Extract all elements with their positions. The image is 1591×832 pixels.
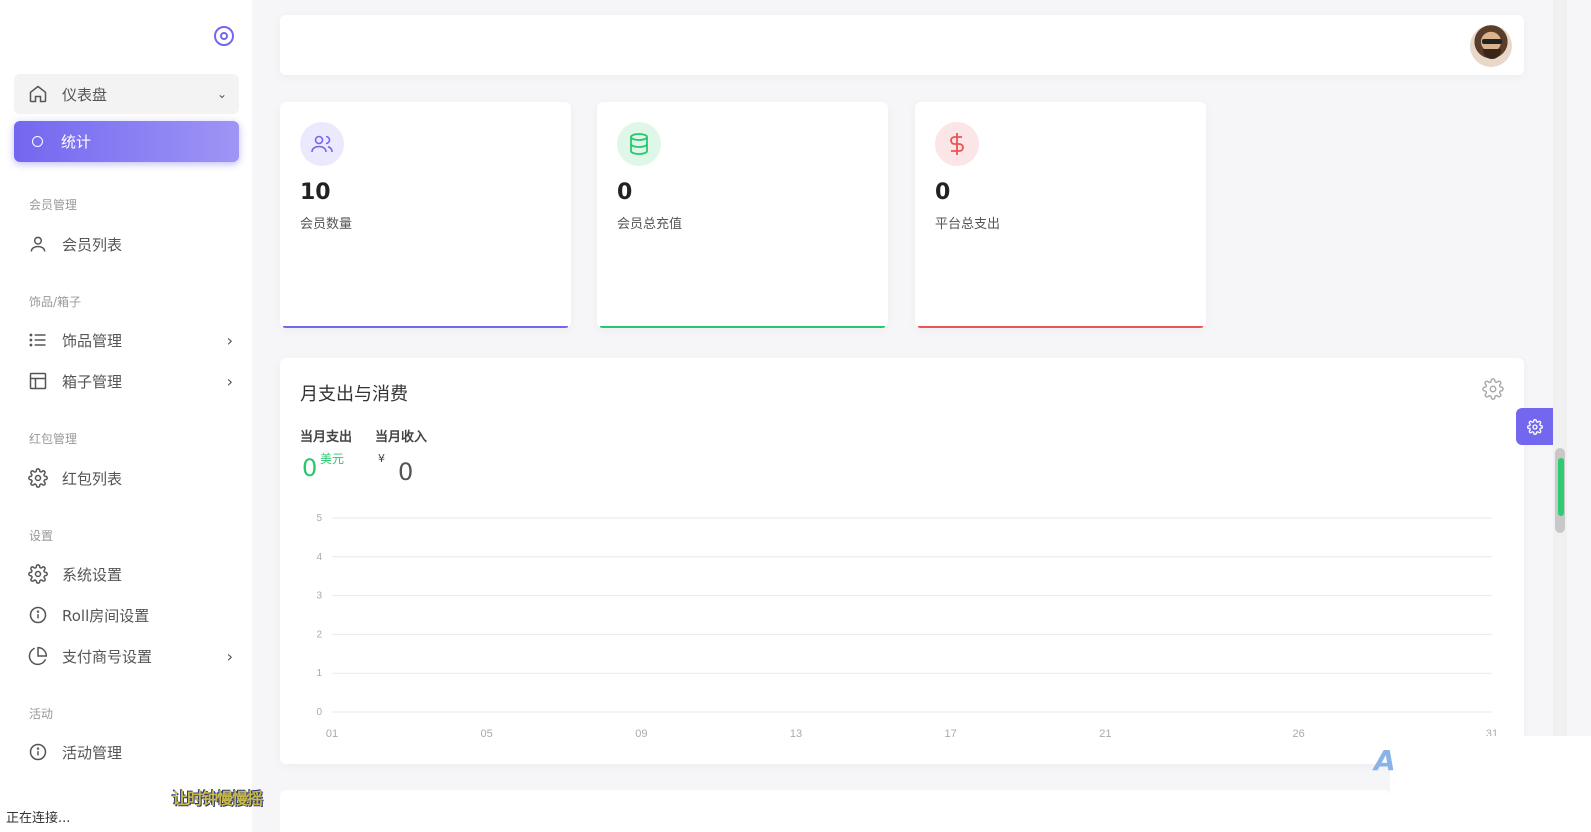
sidebar-item-label: 饰品管理	[62, 331, 123, 350]
x-tick-label: 26	[1293, 728, 1305, 740]
gear-icon	[28, 468, 48, 488]
watermark-glyph: A	[1374, 744, 1396, 777]
x-tick-label: 21	[1099, 728, 1111, 740]
sidebar-item-system-settings[interactable]: 系统设置	[28, 559, 233, 589]
video-subtitle-overlay: 让时钟慢慢摇	[172, 789, 263, 808]
top-header	[280, 15, 1524, 75]
sidebar-item-skins[interactable]: 饰品管理 ›	[28, 325, 233, 355]
sidebar-item-boxes[interactable]: 箱子管理 ›	[28, 366, 233, 396]
stat-value: 10	[300, 180, 331, 205]
y-tick-label: 0	[316, 707, 322, 718]
sidebar-item-payment-settings[interactable]: 支付商号设置 ›	[28, 641, 233, 671]
stat-label: 平台总支出	[935, 217, 1001, 232]
home-icon	[29, 85, 47, 103]
dollar-icon	[935, 122, 979, 166]
scrollbar-track[interactable]	[1553, 0, 1567, 832]
sidebar-item-label: Roll房间设置	[62, 606, 150, 625]
info-icon	[29, 743, 47, 761]
sidebar-item-roll-settings[interactable]: Roll房间设置	[28, 600, 233, 630]
bottom-card	[280, 790, 1390, 832]
sidebar-item-label: 系统设置	[62, 565, 123, 584]
sidebar-item-label: 红包列表	[62, 469, 123, 488]
card-accent-bar	[600, 326, 885, 328]
stat-value: 0	[935, 180, 951, 205]
stat-value: 0	[617, 180, 633, 205]
nav-dashboard-label: 仪表盘	[62, 85, 108, 104]
sidebar: 仪表盘 ⌄ 统计 会员管理 会员列表 饰品/箱子 饰品管理 › 箱子管理 › 红…	[0, 0, 252, 832]
list-icon	[29, 333, 46, 347]
sidebar-item-activity[interactable]: 活动管理	[28, 737, 233, 767]
customizer-button[interactable]	[1516, 408, 1553, 445]
chevron-right-icon: ›	[226, 330, 233, 350]
sidebar-item-member-list[interactable]: 会员列表	[28, 229, 233, 259]
section-title: 活动	[29, 707, 54, 721]
users-icon	[300, 122, 344, 166]
x-tick-label: 13	[790, 728, 802, 740]
user-icon	[30, 236, 46, 252]
x-tick-label: 05	[481, 728, 493, 740]
section-title: 会员管理	[29, 198, 78, 212]
section-title: 红包管理	[29, 432, 78, 446]
gear-icon	[1526, 418, 1543, 435]
database-icon	[617, 122, 661, 166]
status-text: 正在连接...	[4, 807, 73, 826]
y-tick-label: 5	[316, 513, 322, 524]
chevron-right-icon: ›	[226, 371, 233, 391]
nav-dashboard[interactable]: 仪表盘 ⌄	[14, 74, 239, 114]
stat-label: 会员数量	[300, 217, 353, 232]
chevron-right-icon: ›	[226, 646, 233, 666]
y-tick-label: 1	[316, 668, 322, 679]
sidebar-item-label: 箱子管理	[62, 372, 123, 391]
chevron-down-icon: ⌄	[216, 87, 227, 101]
x-tick-label: 17	[945, 728, 957, 740]
card-accent-bar	[283, 326, 568, 328]
x-tick-label: 01	[326, 728, 338, 740]
circle-icon	[32, 136, 43, 147]
sidebar-item-label: 活动管理	[62, 743, 123, 762]
sidebar-item-label: 支付商号设置	[62, 647, 153, 666]
nav-statistics-label: 统计	[61, 133, 92, 151]
y-tick-label: 3	[316, 591, 322, 602]
sidebar-item-label: 会员列表	[62, 235, 123, 254]
y-tick-label: 2	[316, 629, 322, 640]
x-tick-label: 09	[635, 728, 647, 740]
sidebar-toggle-icon[interactable]	[214, 26, 234, 46]
line-chart: 012345 01 05 09 13 17 21 26 31	[316, 513, 1498, 740]
card-accent-bar	[918, 326, 1203, 328]
stat-label: 会员总充值	[617, 217, 683, 232]
stat-card-recharge: 0 会员总充值	[597, 102, 888, 328]
sidebar-item-redpacket-list[interactable]: 红包列表	[28, 463, 233, 493]
avatar[interactable]	[1470, 25, 1512, 67]
stat-card-members: 10 会员数量	[280, 102, 571, 328]
layout-icon	[29, 372, 47, 390]
section-title: 饰品/箱子	[29, 295, 82, 309]
info-icon	[29, 606, 47, 624]
pie-chart-icon	[28, 646, 48, 666]
monthly-chart-card: 月支出与消费 当月支出 当月收入 0 美元 ¥ 0 012345 01 05 09 1…	[280, 358, 1524, 764]
gear-icon	[28, 564, 48, 584]
logo	[18, 18, 138, 52]
section-title: 设置	[29, 529, 54, 543]
scroll-indicator	[1558, 458, 1564, 516]
y-tick-label: 4	[316, 552, 322, 563]
stat-card-expense: 0 平台总支出	[915, 102, 1206, 328]
overlay-panel	[1390, 736, 1591, 832]
nav-statistics[interactable]: 统计	[14, 121, 239, 162]
